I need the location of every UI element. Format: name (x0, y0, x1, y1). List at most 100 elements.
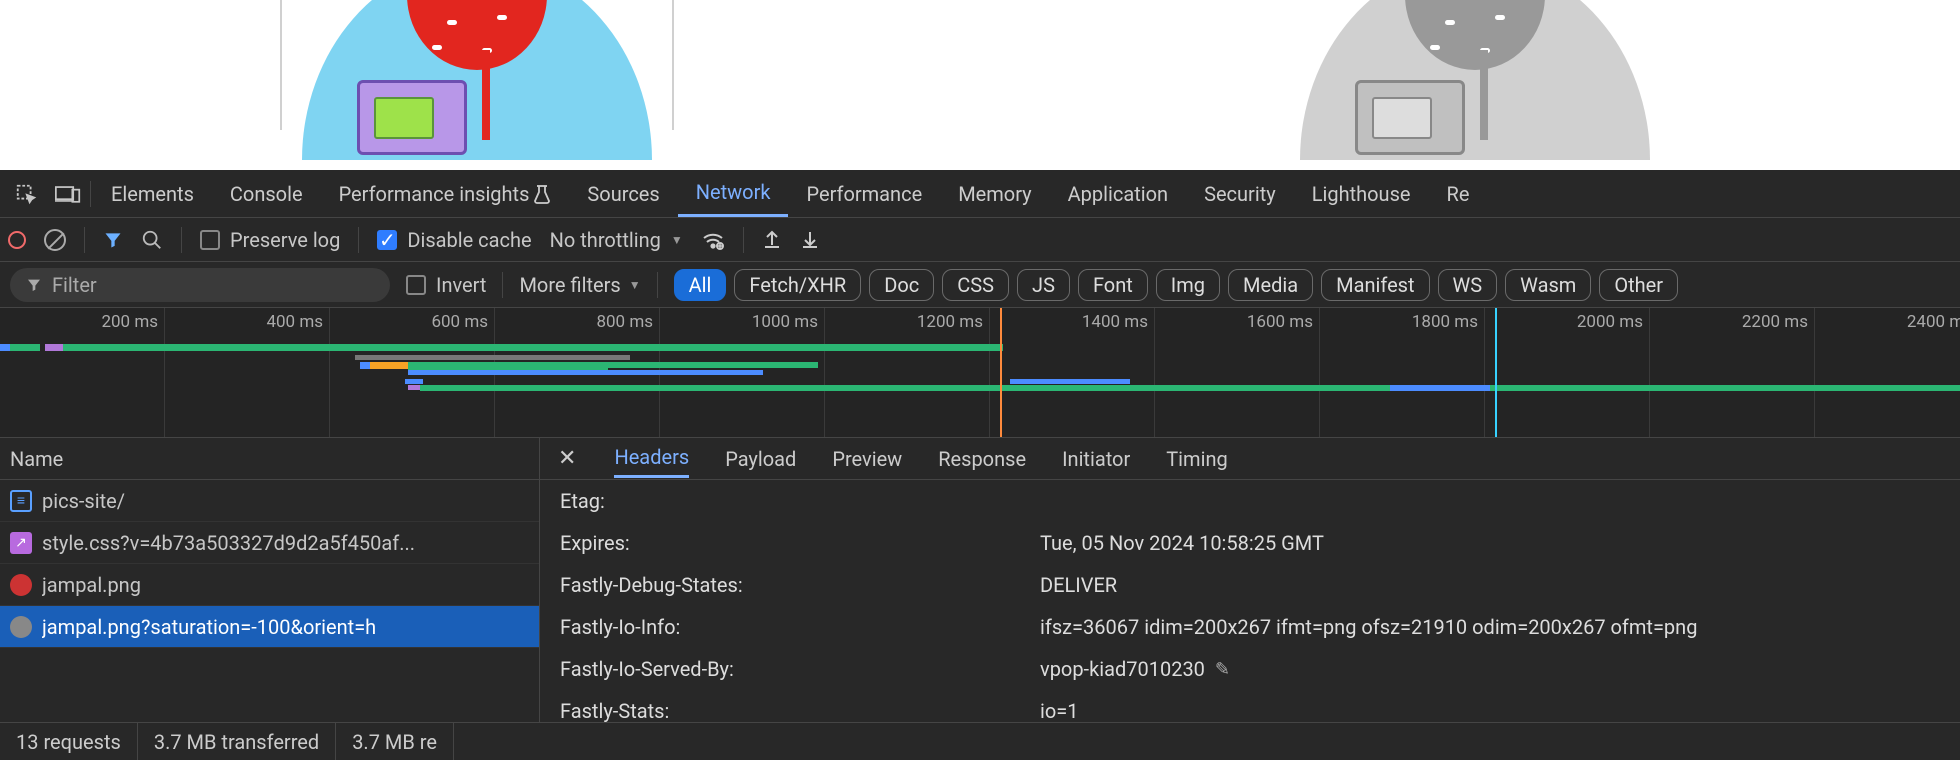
filter-type-media[interactable]: Media (1228, 269, 1313, 301)
filter-input[interactable]: Filter (10, 268, 390, 302)
tab-lighthouse[interactable]: Lighthouse (1294, 170, 1429, 217)
close-detail-button[interactable]: ✕ (550, 446, 584, 471)
response-header-row: Expires:Tue, 05 Nov 2024 10:58:25 GMT (560, 522, 1960, 564)
tab-performance-insights[interactable]: Performance insights (321, 170, 570, 217)
header-key: Fastly-Debug-States: (560, 573, 1040, 597)
tab-network[interactable]: Network (678, 170, 789, 217)
inspect-element-icon[interactable] (6, 174, 46, 214)
preserve-log-checkbox[interactable]: Preserve log (200, 228, 340, 252)
tab-elements[interactable]: Elements (93, 170, 212, 217)
detail-tab-response[interactable]: Response (938, 441, 1026, 477)
request-row[interactable]: jampal.png (0, 564, 539, 606)
disable-cache-label: Disable cache (407, 228, 531, 252)
tab-performance[interactable]: Performance (788, 170, 940, 217)
tab-memory[interactable]: Memory (940, 170, 1049, 217)
timeline-tick: 1400 ms (1082, 312, 1148, 332)
detail-tab-headers[interactable]: Headers (614, 439, 689, 478)
filter-type-js[interactable]: JS (1017, 269, 1070, 301)
tab-sources[interactable]: Sources (569, 170, 677, 217)
request-name: jampal.png (42, 573, 141, 597)
header-value: DELIVER (1040, 573, 1117, 597)
device-toolbar-icon[interactable] (48, 174, 88, 214)
network-conditions-icon[interactable] (701, 229, 725, 251)
funnel-icon (26, 277, 42, 293)
timeline-tick: 400 ms (266, 312, 323, 332)
network-toolbar: Preserve log ✓ Disable cache No throttli… (0, 218, 1960, 262)
timeline-tick: 1000 ms (752, 312, 818, 332)
header-key: Fastly-Stats: (560, 699, 1040, 722)
header-value: Tue, 05 Nov 2024 10:58:25 GMT (1040, 531, 1324, 555)
filter-type-fetch-xhr[interactable]: Fetch/XHR (734, 269, 861, 301)
tab-security[interactable]: Security (1186, 170, 1294, 217)
filter-toggle-icon[interactable] (103, 230, 123, 250)
detail-tab-initiator[interactable]: Initiator (1062, 441, 1130, 477)
request-name: jampal.png?saturation=-100&orient=h (42, 615, 376, 639)
header-key: Expires: (560, 531, 1040, 555)
stylesheet-icon: ↗ (10, 532, 32, 554)
status--transferred: 3.7 MB transferred (138, 723, 336, 760)
chevron-down-icon: ▼ (671, 233, 683, 247)
filter-type-font[interactable]: Font (1078, 269, 1148, 301)
status-resources: 3.7 MB re (336, 723, 454, 760)
edit-icon[interactable]: ✎ (1215, 659, 1230, 680)
timeline-tick: 600 ms (431, 312, 488, 332)
detail-tab-preview[interactable]: Preview (832, 441, 902, 477)
response-header-row: Fastly-Io-Info:ifsz=36067 idim=200x267 i… (560, 606, 1960, 648)
beaker-icon (533, 184, 551, 204)
detail-tab-timing[interactable]: Timing (1166, 441, 1227, 477)
filter-type-manifest[interactable]: Manifest (1321, 269, 1429, 301)
throttling-select[interactable]: No throttling ▼ (550, 228, 683, 252)
header-value: vpop-kiad7010230✎ (1040, 657, 1230, 681)
filter-type-other[interactable]: Other (1599, 269, 1678, 301)
download-har-icon[interactable] (800, 229, 820, 251)
filter-type-img[interactable]: Img (1156, 269, 1220, 301)
invert-checkbox[interactable]: Invert (406, 273, 486, 297)
record-button[interactable] (8, 231, 26, 249)
response-header-row: Fastly-Stats:io=1 (560, 690, 1960, 722)
status-bar: 13 requests 3.7 MB transferred 3.7 MB re (0, 722, 1960, 760)
filter-type-doc[interactable]: Doc (869, 269, 934, 301)
page-content-preview (0, 0, 1960, 170)
header-value: ifsz=36067 idim=200x267 ifmt=png ofsz=21… (1040, 615, 1697, 639)
request-row[interactable]: ≡ pics-site/ (0, 480, 539, 522)
request-row[interactable]: ↗ style.css?v=4b73a503327d9d2a5f450af... (0, 522, 539, 564)
header-key: Fastly-Io-Served-By: (560, 657, 1040, 681)
timeline-tick: 200 ms (101, 312, 158, 332)
column-header-name[interactable]: Name (0, 438, 539, 480)
response-header-row: Fastly-Io-Served-By:vpop-kiad7010230✎ (560, 648, 1960, 690)
request-name: pics-site/ (42, 489, 125, 513)
header-key: Fastly-Io-Info: (560, 615, 1040, 639)
tab-application[interactable]: Application (1050, 170, 1186, 217)
chevron-down-icon: ▼ (629, 278, 641, 292)
network-timeline[interactable]: 200 ms400 ms600 ms800 ms1000 ms1200 ms14… (0, 308, 1960, 438)
request-detail: ✕ Headers Payload Preview Response Initiator… (540, 438, 1960, 722)
timeline-tick: 2400 ms (1907, 312, 1960, 332)
request-list: Name ≡ pics-site/ ↗ style.css?v=4b73a503327… (0, 438, 540, 722)
tab-re[interactable]: Re (1429, 170, 1488, 217)
image-icon (10, 616, 32, 638)
status-requests: 13 requests (0, 723, 138, 760)
timeline-tick: 2200 ms (1742, 312, 1808, 332)
upload-har-icon[interactable] (762, 229, 782, 251)
response-header-row: Etag: (560, 480, 1960, 522)
preserve-log-label: Preserve log (230, 228, 340, 252)
load-marker (1495, 308, 1497, 437)
filter-type-wasm[interactable]: Wasm (1505, 269, 1591, 301)
disable-cache-checkbox[interactable]: ✓ Disable cache (377, 228, 531, 252)
request-name: style.css?v=4b73a503327d9d2a5f450af... (42, 531, 415, 555)
detail-tab-payload[interactable]: Payload (725, 441, 796, 477)
document-icon: ≡ (10, 490, 32, 512)
search-icon[interactable] (141, 229, 163, 251)
image-original (302, 0, 652, 160)
request-row[interactable]: jampal.png?saturation=-100&orient=h (0, 606, 539, 648)
tab-console[interactable]: Console (212, 170, 321, 217)
filter-type-ws[interactable]: WS (1438, 269, 1498, 301)
more-filters-dropdown[interactable]: More filters ▼ (519, 273, 640, 297)
image-desaturated (1300, 0, 1650, 160)
filter-type-css[interactable]: CSS (942, 269, 1009, 301)
clear-button[interactable] (44, 229, 66, 251)
timeline-tick: 1800 ms (1412, 312, 1478, 332)
timeline-tick: 2000 ms (1577, 312, 1643, 332)
response-header-row: Fastly-Debug-States:DELIVER (560, 564, 1960, 606)
filter-type-all[interactable]: All (674, 269, 727, 301)
